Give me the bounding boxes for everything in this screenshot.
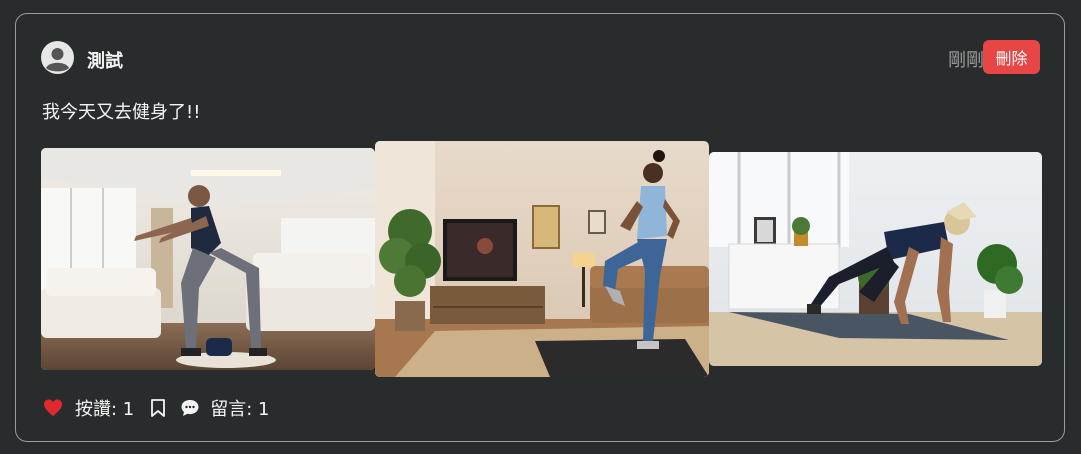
avatar[interactable] <box>41 41 74 74</box>
comment-count: 留言: 1 <box>210 399 270 420</box>
like-button[interactable]: 按讚: 1 <box>43 395 134 421</box>
post-content: 我今天又去健身了!! <box>42 102 201 123</box>
comment-icon <box>181 400 199 416</box>
like-count: 按讚: 1 <box>75 399 135 420</box>
post-card: 測試 剛剛 刪除 我今天又去健身了!! 按讚: 1 留言: 1 <box>15 13 1065 442</box>
bookmark-button[interactable] <box>150 398 166 418</box>
mountain-climber-woman-image <box>709 152 1042 366</box>
heart-icon <box>44 399 62 416</box>
comment-button[interactable]: 留言: 1 <box>180 395 270 421</box>
user-avatar-icon <box>41 41 74 74</box>
post-time: 剛剛 <box>948 50 984 71</box>
high-knee-woman-image <box>375 141 709 377</box>
author-name[interactable]: 測試 <box>87 47 123 73</box>
squat-man-image <box>41 148 375 370</box>
photo-high-knee-woman[interactable] <box>375 141 709 377</box>
post-header: 測試 剛剛 刪除 <box>41 40 1040 76</box>
delete-button[interactable]: 刪除 <box>983 40 1040 74</box>
bookmark-icon <box>151 399 166 417</box>
photo-squat-man[interactable] <box>41 148 375 370</box>
photo-mountain-climber-woman[interactable] <box>709 152 1042 366</box>
post-actions: 按讚: 1 留言: 1 <box>43 393 270 423</box>
photo-gallery <box>41 141 1042 377</box>
